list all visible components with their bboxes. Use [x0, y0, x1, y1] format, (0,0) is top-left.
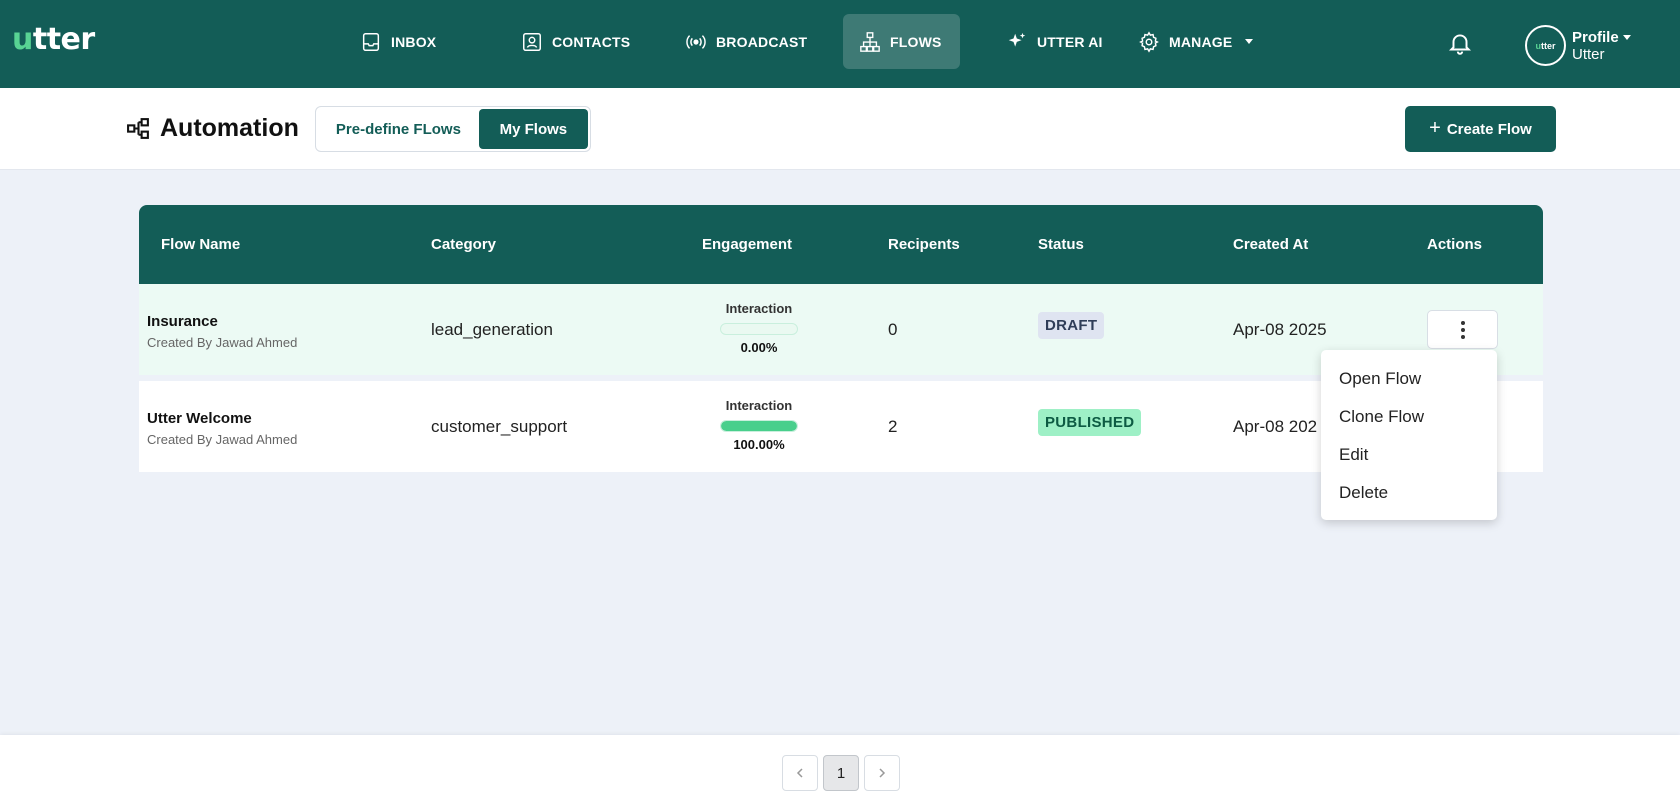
- flow-category: customer_support: [431, 417, 568, 436]
- inbox-icon: [362, 32, 380, 51]
- flow-name[interactable]: Utter Welcome: [147, 410, 297, 427]
- col-flow-name: Flow Name: [161, 236, 241, 253]
- nav-broadcast[interactable]: BROADCAST: [669, 14, 823, 69]
- col-engagement: Engagement: [702, 236, 793, 253]
- top-navbar: utter INBOX CONTACTS BROADCAST FLOWS UTT…: [0, 0, 1680, 88]
- prev-page-button[interactable]: [782, 755, 818, 791]
- flow-created-by: Created By Jawad Ahmed: [147, 335, 298, 350]
- chevron-down-icon: [1622, 34, 1631, 40]
- kebab-icon: [1460, 319, 1465, 340]
- engagement-progress-fill: [721, 421, 797, 431]
- col-status: Status: [1038, 236, 1084, 253]
- nav-utter-ai[interactable]: UTTER AI: [990, 14, 1119, 69]
- automation-icon: [127, 118, 149, 139]
- plus-icon: +: [1429, 117, 1441, 139]
- flow-created-by: Created By Jawad Ahmed: [147, 432, 298, 447]
- tab-predefine-flows[interactable]: Pre-define FLows: [318, 109, 479, 149]
- chevron-left-icon: [796, 768, 803, 778]
- create-flow-button[interactable]: + Create Flow: [1405, 106, 1556, 152]
- nav-utter-ai-label: UTTER AI: [1037, 33, 1103, 50]
- next-page-button[interactable]: [864, 755, 900, 791]
- tab-my-flows[interactable]: My Flows: [478, 109, 588, 149]
- flow-name[interactable]: Insurance: [147, 313, 297, 330]
- sparkle-icon: [1008, 32, 1026, 47]
- chevron-down-icon: [1245, 39, 1254, 44]
- create-flow-label: Create Flow: [1446, 120, 1532, 138]
- utter-logo[interactable]: utter: [12, 22, 95, 57]
- flows-table: Flow Name Category Engagement Recipents …: [139, 205, 1543, 472]
- nav-flows-label: FLOWS: [890, 33, 942, 50]
- profile-title: Profile: [1572, 28, 1619, 46]
- avatar: u tter: [1525, 25, 1566, 66]
- status-badge: PUBLISHED: [1038, 409, 1142, 436]
- pagination-bar: 1: [0, 735, 1680, 808]
- menu-clone-flow[interactable]: Clone Flow: [1321, 398, 1497, 436]
- nav-contacts-label: CONTACTS: [552, 33, 631, 50]
- engagement-cell: Interaction 0.00%: [700, 301, 818, 355]
- menu-delete[interactable]: Delete: [1321, 474, 1497, 512]
- col-created-at: Created At: [1233, 236, 1309, 253]
- nav-flows[interactable]: FLOWS: [843, 14, 960, 69]
- page-header: Automation Pre-define FLows My Flows + C…: [0, 88, 1680, 170]
- flow-type-toggle: Pre-define FLows My Flows: [315, 106, 591, 152]
- col-actions: Actions: [1427, 236, 1483, 253]
- menu-edit[interactable]: Edit: [1321, 436, 1497, 474]
- engagement-progress-bar: [720, 420, 798, 432]
- created-at: Apr-08 202: [1233, 417, 1318, 436]
- engagement-value: 0.00%: [740, 340, 778, 355]
- row-actions-menu: Open Flow Clone Flow Edit Delete: [1321, 350, 1497, 520]
- nav-broadcast-label: BROADCAST: [716, 33, 808, 50]
- nav-manage-label: MANAGE: [1169, 33, 1233, 50]
- page-title: Automation: [160, 114, 299, 142]
- col-category: Category: [431, 236, 497, 253]
- page-number-button[interactable]: 1: [823, 755, 859, 791]
- row-actions-button[interactable]: [1427, 310, 1498, 349]
- status-badge: DRAFT: [1038, 312, 1105, 339]
- table-header: Flow Name Category Engagement Recipents …: [139, 205, 1543, 284]
- bell-icon[interactable]: [1447, 29, 1473, 57]
- engagement-label: Interaction: [725, 398, 793, 413]
- nav-manage[interactable]: MANAGE: [1122, 14, 1269, 69]
- recipients-count: 2: [888, 417, 898, 436]
- nav-inbox-label: INBOX: [391, 33, 437, 50]
- nav-inbox[interactable]: INBOX: [344, 14, 452, 69]
- engagement-cell: Interaction 100.00%: [700, 398, 818, 452]
- broadcast-icon: [686, 34, 706, 49]
- col-recipients: Recipents: [888, 236, 960, 253]
- engagement-label: Interaction: [725, 301, 793, 316]
- engagement-value: 100.00%: [733, 437, 785, 452]
- flows-icon: [860, 31, 880, 52]
- chevron-right-icon: [879, 768, 886, 778]
- engagement-progress-bar: [720, 323, 798, 335]
- nav-contacts[interactable]: CONTACTS: [505, 14, 646, 69]
- menu-open-flow[interactable]: Open Flow: [1321, 360, 1497, 398]
- contacts-icon: [523, 32, 541, 51]
- created-at: Apr-08 2025: [1233, 320, 1327, 339]
- profile-subtitle: Utter: [1572, 45, 1605, 63]
- flow-category: lead_generation: [431, 320, 553, 339]
- recipients-count: 0: [888, 320, 898, 339]
- profile-menu[interactable]: u tter Profile Utter: [1525, 25, 1631, 66]
- gear-icon: [1139, 30, 1159, 53]
